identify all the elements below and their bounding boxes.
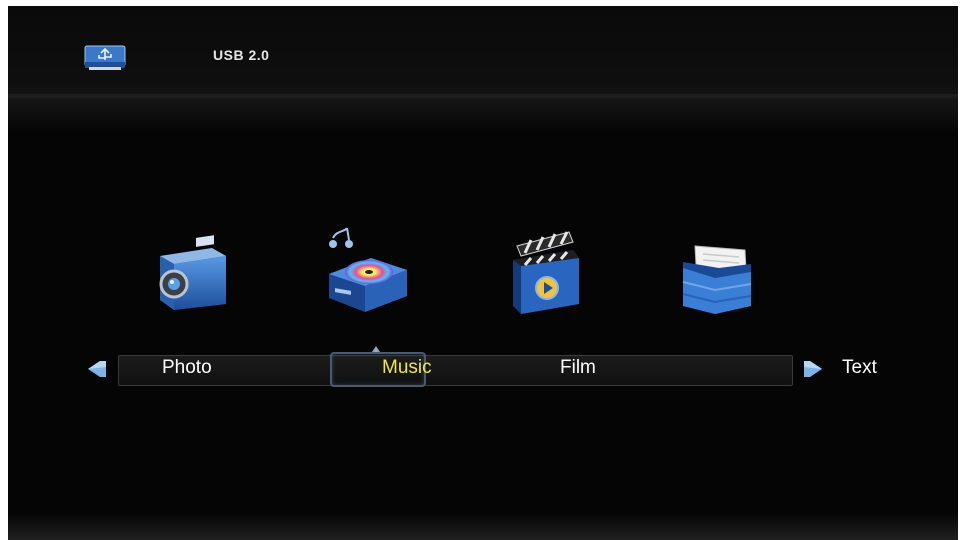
music-disc-icon[interactable] [323,224,411,314]
camera-icon[interactable] [152,234,232,312]
source-label: USB 2.0 [213,47,270,63]
usb-drive-icon [84,45,126,70]
left-arrow-icon[interactable] [86,359,108,379]
menu-item-film[interactable]: Film [560,357,596,379]
media-player-screen [8,6,958,540]
menu-item-photo[interactable]: Photo [162,357,212,379]
folder-document-icon[interactable] [675,238,757,316]
header-divider [8,94,958,134]
clapperboard-icon[interactable] [503,228,587,316]
menu-item-music[interactable]: Music [382,357,432,379]
menu-item-text[interactable]: Text [842,357,877,379]
footer-band [8,512,958,540]
media-menu-bar [118,355,793,386]
header-band [8,6,958,98]
right-arrow-icon[interactable] [802,359,824,379]
